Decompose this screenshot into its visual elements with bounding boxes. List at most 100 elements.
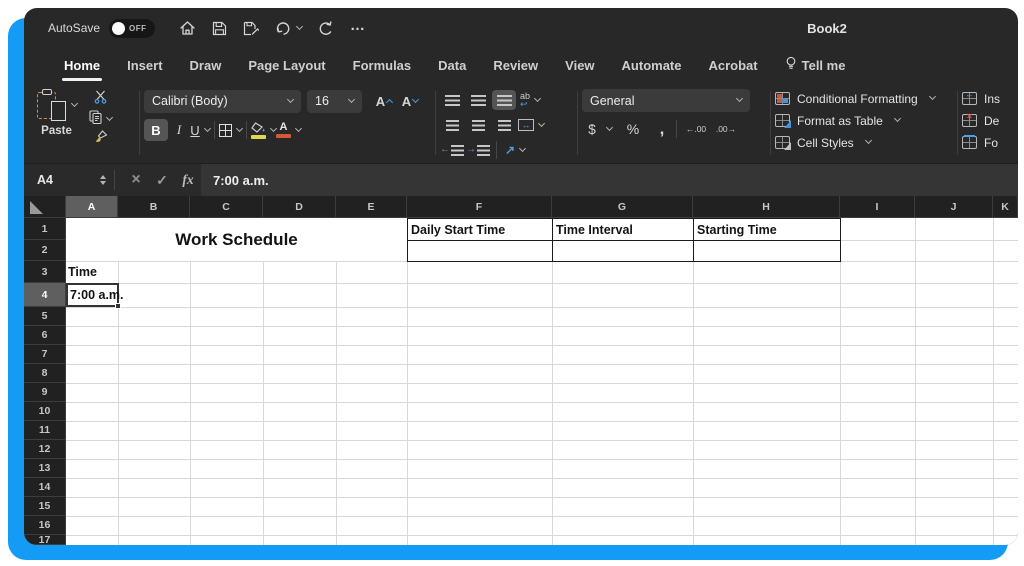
enter-icon[interactable]: ✓ xyxy=(149,172,175,189)
formula-input[interactable]: 7:00 a.m. xyxy=(201,164,1018,196)
tab-insert[interactable]: Insert xyxy=(127,58,162,73)
comma-style-button[interactable]: , xyxy=(652,118,672,140)
font-size-select[interactable]: 16 xyxy=(307,89,362,113)
cell-a4-selected[interactable]: 7:00 a.m. xyxy=(66,283,124,309)
select-all-corner[interactable] xyxy=(24,196,66,218)
cell-g2[interactable] xyxy=(552,240,694,262)
cell-h2[interactable] xyxy=(693,240,841,262)
decrease-indent-button[interactable]: ← xyxy=(440,140,464,160)
column-header-c[interactable]: C xyxy=(190,196,263,218)
insert-function-icon[interactable]: fx xyxy=(175,172,201,188)
column-header-d[interactable]: D xyxy=(263,196,336,218)
cell-merged-title[interactable]: Work Schedule xyxy=(66,218,407,261)
cell-g1-time-interval[interactable]: Time Interval xyxy=(552,218,694,241)
row-header-3[interactable]: 3 xyxy=(24,261,66,283)
increase-font-size-button[interactable]: A xyxy=(371,90,397,112)
name-box[interactable]: A4 xyxy=(24,164,112,196)
font-name-select[interactable]: Calibri (Body) xyxy=(144,89,301,113)
redo-icon[interactable] xyxy=(318,20,334,36)
decrease-decimal-button[interactable]: .00→ xyxy=(711,118,741,140)
column-header-f[interactable]: F xyxy=(407,196,552,218)
tab-automate[interactable]: Automate xyxy=(622,58,682,73)
column-header-b[interactable]: B xyxy=(118,196,190,218)
align-top-button[interactable] xyxy=(440,90,464,110)
row-header-14[interactable]: 14 xyxy=(24,478,66,497)
format-as-table-button[interactable]: Format as Table xyxy=(775,113,953,128)
name-box-spinner[interactable] xyxy=(100,175,112,185)
underline-button[interactable]: U xyxy=(190,119,211,141)
increase-indent-button[interactable]: → xyxy=(466,140,490,160)
column-header-e[interactable]: E xyxy=(336,196,407,218)
align-center-button[interactable] xyxy=(466,115,490,135)
cut-button[interactable] xyxy=(89,90,112,107)
row-header-7[interactable]: 7 xyxy=(24,345,66,364)
align-bottom-button[interactable] xyxy=(492,90,516,110)
delete-cells-button[interactable]: × De xyxy=(962,112,1018,128)
tab-acrobat[interactable]: Acrobat xyxy=(708,58,757,73)
column-header-g[interactable]: G xyxy=(552,196,693,218)
cell-f1-daily-start-time[interactable]: Daily Start Time xyxy=(407,218,553,241)
insert-cells-button[interactable]: ← Ins xyxy=(962,90,1018,106)
autosave-toggle[interactable]: OFF xyxy=(109,18,156,38)
wrap-text-button[interactable]: ab ↩ xyxy=(518,90,542,110)
row-header-5[interactable]: 5 xyxy=(24,307,66,326)
tab-tell-me[interactable]: Tell me xyxy=(785,56,845,74)
tab-view[interactable]: View xyxy=(565,58,594,73)
undo-dropdown-chevron[interactable] xyxy=(296,22,304,30)
paste-dropdown-chevron[interactable] xyxy=(70,99,79,108)
copy-dropdown-chevron[interactable] xyxy=(105,113,114,121)
align-middle-button[interactable] xyxy=(466,90,490,110)
row-header-9[interactable]: 9 xyxy=(24,383,66,402)
column-header-k[interactable]: K xyxy=(993,196,1018,218)
undo-icon[interactable] xyxy=(275,21,304,36)
tab-review[interactable]: Review xyxy=(493,58,538,73)
column-header-i[interactable]: I xyxy=(840,196,915,218)
tab-formulas[interactable]: Formulas xyxy=(353,58,412,73)
save-icon[interactable] xyxy=(212,21,227,36)
cell-a3-time-label[interactable]: Time xyxy=(66,261,118,283)
column-header-a[interactable]: A xyxy=(66,196,118,218)
row-header-10[interactable]: 10 xyxy=(24,402,66,421)
row-header-11[interactable]: 11 xyxy=(24,421,66,440)
cell-f2[interactable] xyxy=(407,240,553,262)
row-header-13[interactable]: 13 xyxy=(24,459,66,478)
tab-home[interactable]: Home xyxy=(61,58,103,81)
row-header-4[interactable]: 4 xyxy=(24,283,66,307)
merge-center-button[interactable]: ↔ xyxy=(518,115,546,135)
row-header-17[interactable]: 17 xyxy=(24,534,66,545)
tab-draw[interactable]: Draw xyxy=(190,58,222,73)
format-painter-button[interactable] xyxy=(89,130,112,147)
row-header-2[interactable]: 2 xyxy=(24,240,66,261)
italic-button[interactable]: I xyxy=(168,119,190,141)
row-header-8[interactable]: 8 xyxy=(24,364,66,383)
cell-h1-starting-time[interactable]: Starting Time xyxy=(693,218,841,241)
conditional-formatting-button[interactable]: Conditional Formatting xyxy=(775,91,953,106)
currency-button[interactable]: $ xyxy=(582,118,602,140)
row-header-1[interactable]: 1 xyxy=(24,218,66,240)
fill-handle[interactable] xyxy=(115,303,121,309)
copy-button[interactable] xyxy=(89,109,114,127)
number-format-select[interactable]: General xyxy=(582,89,750,112)
overflow-icon[interactable]: … xyxy=(350,17,366,34)
orientation-button[interactable]: ↗ xyxy=(503,140,527,160)
borders-button[interactable] xyxy=(219,119,244,141)
row-header-12[interactable]: 12 xyxy=(24,440,66,459)
percent-button[interactable]: % xyxy=(620,118,646,140)
format-cells-button[interactable]: Fo xyxy=(962,135,1018,150)
row-header-6[interactable]: 6 xyxy=(24,326,66,345)
column-header-h[interactable]: H xyxy=(693,196,840,218)
font-color-button[interactable]: A xyxy=(276,119,303,141)
bold-button[interactable]: B xyxy=(144,119,168,141)
align-right-button[interactable] xyxy=(492,115,516,135)
tab-page-layout[interactable]: Page Layout xyxy=(248,58,325,73)
cell-styles-button[interactable]: Cell Styles xyxy=(775,135,953,150)
column-header-j[interactable]: J xyxy=(915,196,993,218)
fill-color-button[interactable] xyxy=(251,119,278,141)
row-header-16[interactable]: 16 xyxy=(24,516,66,535)
cancel-icon[interactable]: × xyxy=(123,171,149,189)
row-header-15[interactable]: 15 xyxy=(24,497,66,516)
align-left-button[interactable] xyxy=(440,115,464,135)
decrease-font-size-button[interactable]: A xyxy=(397,90,423,112)
paste-button[interactable] xyxy=(36,89,79,122)
tab-data[interactable]: Data xyxy=(438,58,466,73)
